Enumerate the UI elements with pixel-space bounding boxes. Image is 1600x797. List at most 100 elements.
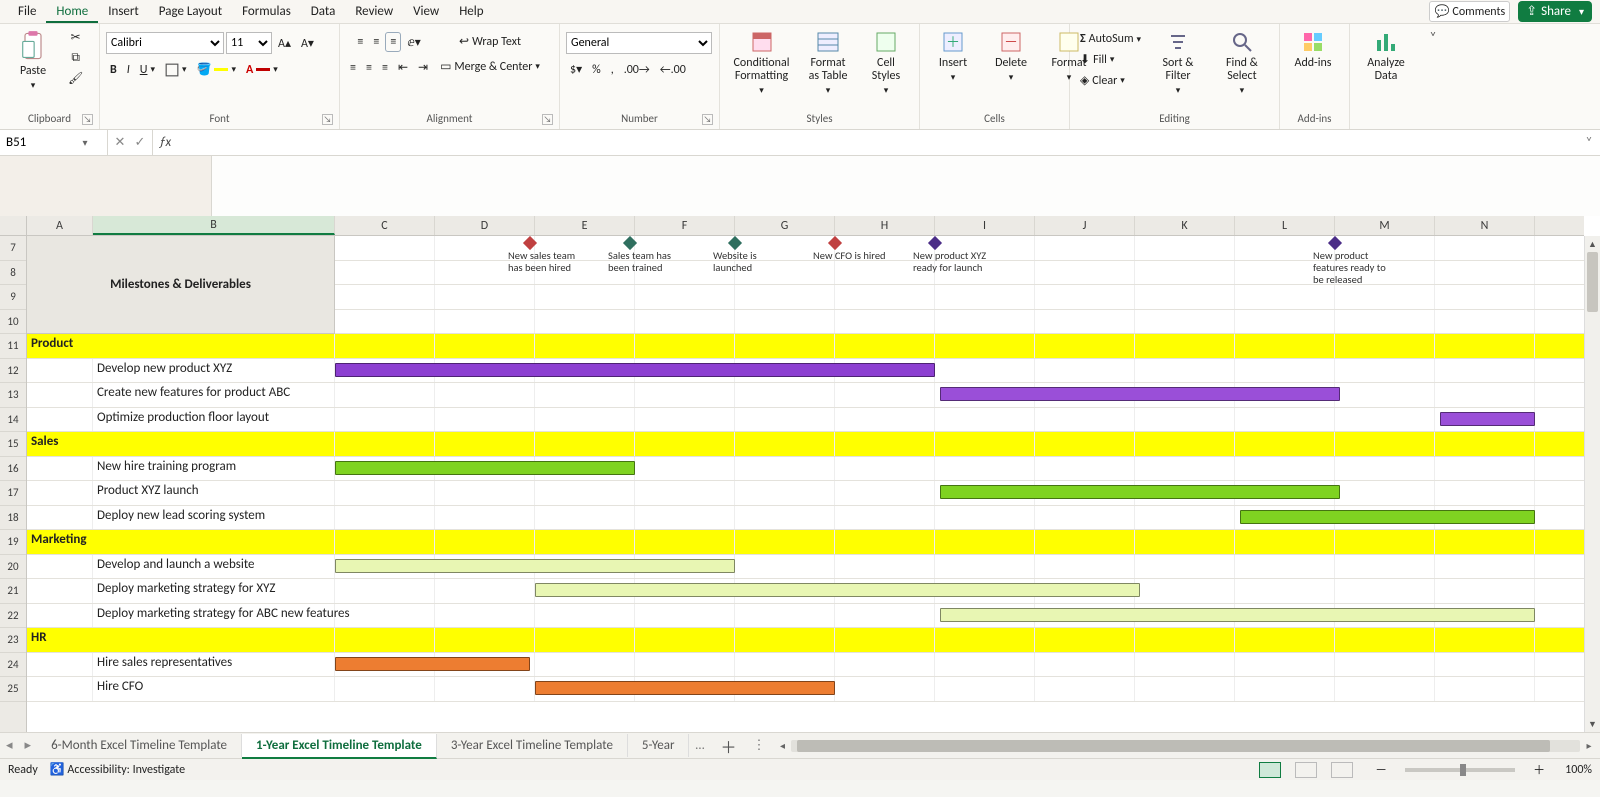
scroll-thumb[interactable] [1587,252,1598,312]
grid-row-17[interactable]: Product XYZ launch [27,481,1584,506]
grid-row-20[interactable]: Develop and launch a website [27,555,1584,580]
horizontal-scrollbar[interactable]: ◂ ▸ [771,739,1600,752]
decrease-decimal-button[interactable]: ←.00 [656,61,690,79]
add-sheet-button[interactable]: ＋ [710,734,746,758]
enter-formula-button[interactable]: ✓ [132,135,148,150]
align-right-button[interactable]: ≡ [378,59,392,77]
select-all-corner[interactable] [0,216,27,236]
grid-row-21[interactable]: Deploy marketing strategy for XYZ [27,579,1584,604]
row-header-11[interactable]: 11 [0,334,26,359]
fx-icon[interactable]: ƒx [153,130,177,155]
menu-file[interactable]: File [8,2,46,21]
sheet-tab[interactable]: 3-Year Excel Timeline Template [437,734,628,757]
name-box-input[interactable] [0,135,78,150]
grid-row-19[interactable]: Marketing [27,530,1584,555]
row-header-20[interactable]: 20 [0,555,26,580]
column-header-B[interactable]: B [93,216,335,235]
menu-help[interactable]: Help [449,2,493,21]
vertical-scrollbar[interactable]: ▲ ▼ [1584,236,1600,732]
row-header-12[interactable]: 12 [0,359,26,384]
grid-row-16[interactable]: New hire training program [27,457,1584,482]
expand-formula-bar-button[interactable]: ˅ [1578,130,1600,155]
column-header-C[interactable]: C [335,216,435,235]
row-header-9[interactable]: 9 [0,285,26,310]
row-header-14[interactable]: 14 [0,408,26,433]
h-scroll-thumb[interactable] [797,740,1550,752]
formula-input[interactable] [177,130,1578,155]
row-header-17[interactable]: 17 [0,481,26,506]
conditional-formatting-button[interactable]: Conditional Formatting▾ [726,28,797,98]
row-header-19[interactable]: 19 [0,530,26,555]
currency-button[interactable]: $▾ [566,60,586,79]
align-left-button[interactable]: ≡ [346,59,360,77]
grid-row-14[interactable]: Optimize production floor layout [27,408,1584,433]
wrap-text-button[interactable]: ↩Wrap Text [455,32,525,51]
tab-menu-button[interactable]: ⋮ [746,738,771,753]
accessibility-status[interactable]: ♿ Accessibility: Investigate [50,762,185,777]
page-layout-view-button[interactable] [1295,762,1317,778]
delete-cells-button[interactable]: －Delete▾ [984,28,1038,85]
increase-indent-button[interactable]: ⇥ [414,58,432,77]
scroll-right-button[interactable]: ▸ [1582,739,1596,752]
zoom-slider[interactable] [1405,768,1515,772]
share-button[interactable]: ⇪ Share ▾ [1518,1,1592,22]
grid-row-25[interactable]: Hire CFO [27,677,1584,702]
font-size-combo[interactable]: 11 [226,32,272,54]
sheet-tab[interactable]: 1-Year Excel Timeline Template [242,734,437,759]
autosum-button[interactable]: Σ AutoSum ▾ [1076,30,1145,48]
column-headers[interactable]: ABCDEFGHIJKLMN [27,216,1584,236]
borders-button[interactable]: ▾ [161,61,191,79]
percent-button[interactable]: % [588,61,605,79]
row-header-18[interactable]: 18 [0,506,26,531]
row-header-16[interactable]: 16 [0,457,26,482]
row-header-21[interactable]: 21 [0,579,26,604]
addins-button[interactable]: Add-ins [1286,28,1340,72]
cancel-formula-button[interactable]: ✕ [112,135,128,150]
format-as-table-button[interactable]: Format as Table▾ [801,28,855,98]
column-header-N[interactable]: N [1435,216,1535,235]
grid-row-15[interactable]: Sales [27,432,1584,457]
worksheet[interactable]: ABCDEFGHIJKLMN 7891011121314151617181920… [0,216,1600,732]
menu-review[interactable]: Review [345,2,403,21]
sort-filter-button[interactable]: Sort & Filter▾ [1149,28,1207,98]
tab-nav-prev[interactable]: ◂ [0,738,19,753]
grid-row-22[interactable]: Deploy marketing strategy for ABC new fe… [27,604,1584,629]
menu-data[interactable]: Data [301,2,346,21]
row-header-13[interactable]: 13 [0,383,26,408]
collapse-ribbon-button[interactable]: ˅ [1422,24,1444,129]
column-header-F[interactable]: F [635,216,735,235]
italic-button[interactable]: I [123,61,134,79]
copy-button[interactable]: ⧉ [67,49,84,67]
column-header-H[interactable]: H [835,216,935,235]
grow-font-button[interactable]: A▴ [274,34,295,53]
column-header-E[interactable]: E [535,216,635,235]
insert-cells-button[interactable]: ＋Insert▾ [926,28,980,85]
normal-view-button[interactable] [1259,762,1281,778]
cell-styles-button[interactable]: Cell Styles▾ [859,28,913,98]
comma-button[interactable]: , [607,61,618,79]
clear-button[interactable]: ◈ Clear ▾ [1076,71,1129,90]
grid-row-12[interactable]: Develop new product XYZ [27,359,1584,384]
comments-button[interactable]: 💬 Comments [1429,1,1510,22]
format-painter-button[interactable]: 🖌 [64,69,87,88]
column-header-L[interactable]: L [1235,216,1335,235]
tab-overflow[interactable]: … [689,738,710,753]
row-header-8[interactable]: 8 [0,261,26,286]
increase-decimal-button[interactable]: .00→ [620,61,654,79]
tab-nav-next[interactable]: ▸ [19,738,38,753]
column-header-J[interactable]: J [1035,216,1135,235]
dialog-launcher-icon[interactable]: ↘ [82,114,93,125]
shrink-font-button[interactable]: A▾ [297,34,318,53]
font-color-button[interactable]: A▾ [242,61,282,79]
scroll-left-button[interactable]: ◂ [775,739,789,752]
grid-row-24[interactable]: Hire sales representatives [27,653,1584,678]
number-format-combo[interactable]: General [566,32,712,54]
font-family-combo[interactable]: Calibri [106,32,224,54]
grid-row-23[interactable]: HR [27,628,1584,653]
chevron-down-icon[interactable]: ▾ [78,136,92,149]
dialog-launcher-icon[interactable]: ↘ [542,114,553,125]
grid-row-11[interactable]: Product [27,334,1584,359]
page-break-view-button[interactable] [1331,762,1353,778]
menu-view[interactable]: View [403,2,449,21]
sheet-tab[interactable]: 6-Month Excel Timeline Template [37,734,242,757]
